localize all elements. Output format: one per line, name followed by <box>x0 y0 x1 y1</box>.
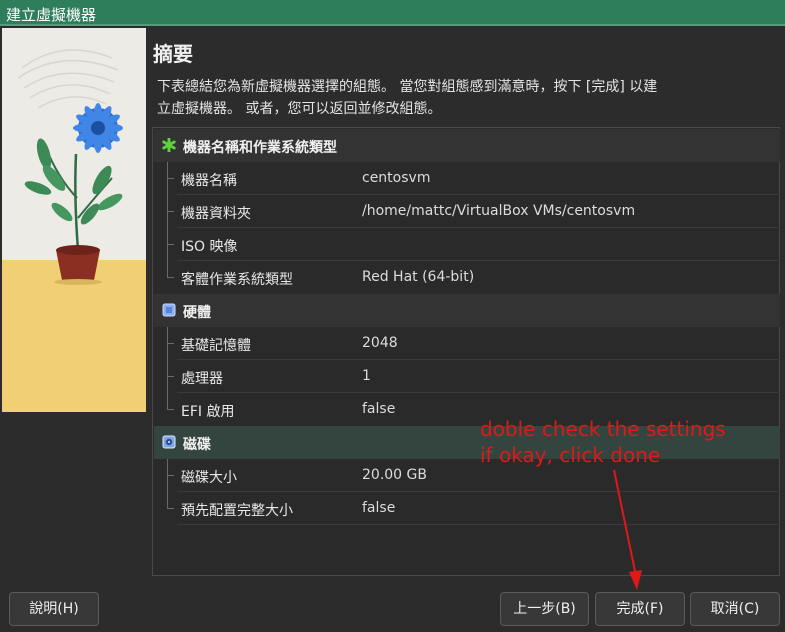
flower-pot-illustration <box>2 28 146 412</box>
row-machine-folder[interactable]: 機器資料夾 /home/mattc/VirtualBox VMs/centosv… <box>154 195 780 228</box>
description-line-1: 下表總結您為新虛擬機器選擇的組態。 當您對組態感到滿意時，按下 [完成] 以建 <box>157 79 658 95</box>
section-title: 機器名稱和作業系統類型 <box>183 140 337 156</box>
row-key: EFI 啟用 <box>181 404 235 420</box>
row-value: 1 <box>362 368 371 384</box>
cancel-button[interactable]: 取消(C) <box>690 592 780 626</box>
row-key: 客體作業系統類型 <box>181 272 293 288</box>
description-line-2: 立虛擬機器。 或者，您可以返回並修改組態。 <box>157 101 442 117</box>
window-titlebar: 建立虛擬機器 <box>0 0 785 26</box>
row-key: 機器資料夾 <box>181 206 251 222</box>
row-machine-name[interactable]: 機器名稱 centosvm <box>154 162 780 195</box>
row-processors[interactable]: 處理器 1 <box>154 360 780 393</box>
row-value: false <box>362 500 396 516</box>
row-key: ISO 映像 <box>181 239 238 255</box>
row-key: 磁碟大小 <box>181 470 237 486</box>
row-base-memory[interactable]: 基礎記憶體 2048 <box>154 327 780 360</box>
row-value: /home/mattc/VirtualBox VMs/centosvm <box>362 203 636 219</box>
row-value: 20.00 GB <box>362 467 427 483</box>
section-name-os[interactable]: 機器名稱和作業系統類型 <box>154 129 780 162</box>
wizard-illustration <box>2 28 146 412</box>
done-button[interactable]: 完成(F) <box>595 592 685 626</box>
page-title: 摘要 <box>153 42 193 66</box>
row-value: false <box>362 401 396 417</box>
row-value: centosvm <box>362 170 431 186</box>
row-key: 預先配置完整大小 <box>181 503 293 519</box>
row-iso-image[interactable]: ISO 映像 <box>154 228 780 261</box>
summary-tree[interactable]: 機器名稱和作業系統類型 機器名稱 centosvm 機器資料夾 /home/ma… <box>152 127 780 576</box>
summary-description: 下表總結您為新虛擬機器選擇的組態。 當您對組態感到滿意時，按下 [完成] 以建 … <box>157 76 717 120</box>
row-preallocate[interactable]: 預先配置完整大小 false <box>154 492 780 525</box>
window-title: 建立虛擬機器 <box>6 6 97 24</box>
row-value: 2048 <box>362 335 398 351</box>
back-button[interactable]: 上一步(B) <box>500 592 589 626</box>
row-key: 機器名稱 <box>181 173 237 189</box>
chip-icon <box>162 303 176 317</box>
green-star-icon <box>162 138 176 152</box>
red-annotation-text: doble check the settings if okay, click … <box>480 416 726 468</box>
annotation-line-1: doble check the settings <box>480 417 726 441</box>
section-title: 硬體 <box>183 305 211 321</box>
hard-disk-icon <box>162 435 176 449</box>
row-key: 處理器 <box>181 371 223 387</box>
row-value: Red Hat (64-bit) <box>362 269 475 285</box>
row-key: 基礎記憶體 <box>181 338 251 354</box>
section-title: 磁碟 <box>183 437 211 453</box>
help-button[interactable]: 說明(H) <box>9 592 99 626</box>
annotation-line-2: if okay, click done <box>480 443 661 467</box>
section-hardware[interactable]: 硬體 <box>154 294 780 327</box>
row-guest-os-type[interactable]: 客體作業系統類型 Red Hat (64-bit) <box>154 261 780 294</box>
